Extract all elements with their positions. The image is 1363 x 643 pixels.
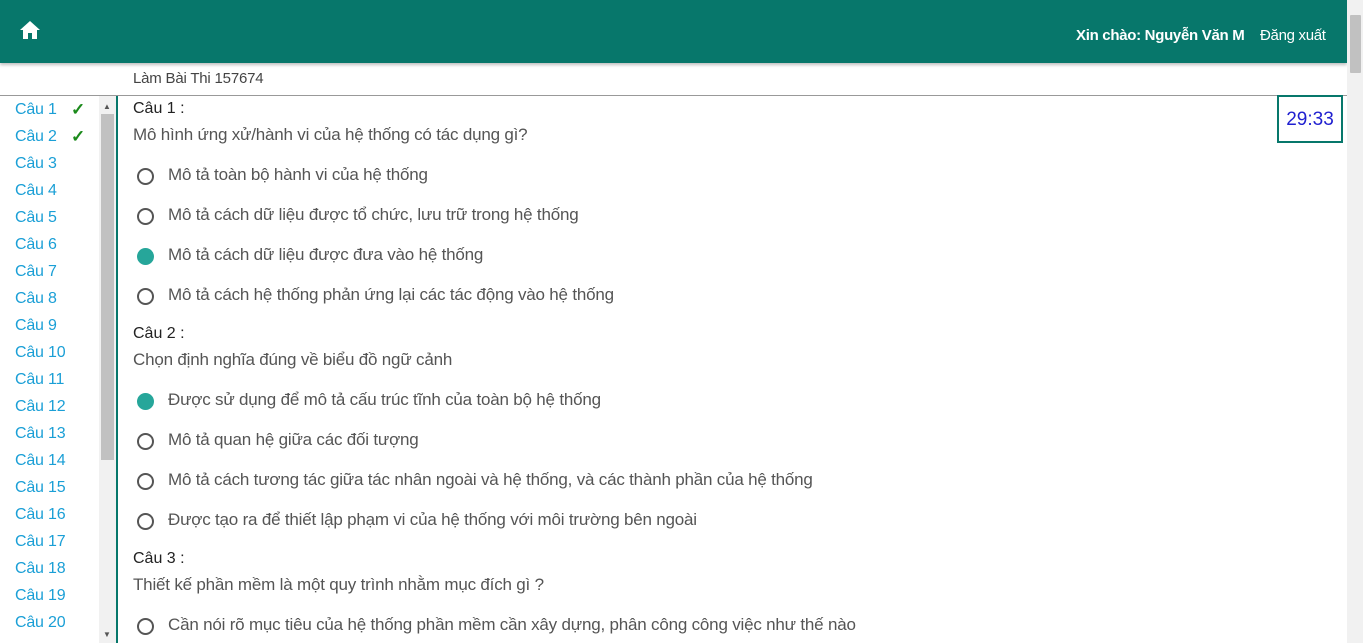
sidebar-item-6[interactable]: Câu 6 [15, 236, 57, 254]
radio-button[interactable] [137, 208, 154, 225]
answered-check-icon: ✓ [71, 100, 86, 119]
sidebar-item-5[interactable]: Câu 5 [15, 209, 57, 227]
question-label: Câu 3 : [133, 550, 185, 567]
scroll-down-icon[interactable]: ▼ [103, 630, 111, 639]
sidebar-item-13[interactable]: Câu 13 [15, 425, 66, 443]
sidebar-item-14[interactable]: Câu 14 [15, 452, 66, 470]
breadcrumb: Làm Bài Thi 157674 [133, 70, 264, 87]
question-label: Câu 1 : [133, 100, 185, 117]
sidebar-item-3[interactable]: Câu 3 [15, 155, 57, 173]
sidebar-item-11[interactable]: Câu 11 [15, 371, 64, 389]
sidebar-item-9[interactable]: Câu 9 [15, 317, 57, 335]
answered-check-icon: ✓ [71, 127, 86, 146]
sidebar-item-2[interactable]: Câu 2 [15, 128, 57, 146]
page-scrollbar[interactable] [1347, 0, 1363, 643]
sidebar-item-8[interactable]: Câu 8 [15, 290, 57, 308]
answer-text: Mô tả cách tương tác giữa tác nhân ngoài… [168, 470, 813, 489]
sidebar-item-15[interactable]: Câu 15 [15, 479, 66, 497]
sidebar-scroll-thumb[interactable] [101, 114, 114, 460]
radio-button[interactable] [137, 473, 154, 490]
sidebar-item-1[interactable]: Câu 1 [15, 101, 57, 119]
sidebar-item-17[interactable]: Câu 17 [15, 533, 66, 551]
radio-button[interactable] [137, 618, 154, 635]
answer-text: Mô tả quan hệ giữa các đối tượng [168, 430, 419, 449]
question-text: Mô hình ứng xử/hành vi của hệ thống có t… [133, 125, 528, 144]
top-navbar: Xin chào: Nguyễn Văn M Đăng xuất [0, 0, 1347, 63]
exam-content: Câu 1 : Mô hình ứng xử/hành vi của hệ th… [133, 96, 1273, 643]
logout-link[interactable]: Đăng xuất [1260, 27, 1326, 44]
answer-text: Được tạo ra để thiết lập phạm vi của hệ … [168, 510, 697, 529]
home-icon[interactable] [18, 19, 42, 41]
sidebar-item-4[interactable]: Câu 4 [15, 182, 57, 200]
sidebar-item-16[interactable]: Câu 16 [15, 506, 66, 524]
sidebar-item-20[interactable]: Câu 20 [15, 614, 66, 632]
countdown-timer: 29:33 [1277, 95, 1343, 143]
sidebar-item-12[interactable]: Câu 12 [15, 398, 66, 416]
answer-text: Được sử dụng để mô tả cấu trúc tĩnh của … [168, 390, 601, 409]
radio-button[interactable] [137, 433, 154, 450]
radio-button-selected[interactable] [137, 248, 154, 265]
question-label: Câu 2 : [133, 325, 185, 342]
scroll-up-icon[interactable]: ▲ [103, 102, 111, 111]
answer-text: Mô tả cách dữ liệu được tổ chức, lưu trữ… [168, 205, 579, 224]
radio-button-selected[interactable] [137, 393, 154, 410]
sidebar-item-10[interactable]: Câu 10 [15, 344, 66, 362]
answer-text: Cần nói rõ mục tiêu của hệ thống phần mề… [168, 615, 856, 634]
answer-text: Mô tả cách hệ thống phản ứng lại các tác… [168, 285, 614, 304]
sidebar-item-19[interactable]: Câu 19 [15, 587, 66, 605]
greeting-text: Xin chào: Nguyễn Văn M [1076, 27, 1245, 44]
sidebar-item-18[interactable]: Câu 18 [15, 560, 66, 578]
radio-button[interactable] [137, 168, 154, 185]
answer-text: Mô tả toàn bộ hành vi của hệ thống [168, 165, 428, 184]
question-text: Thiết kế phần mềm là một quy trình nhằm … [133, 575, 544, 594]
question-text: Chọn định nghĩa đúng về biểu đồ ngữ cảnh [133, 350, 453, 369]
sidebar-item-7[interactable]: Câu 7 [15, 263, 57, 281]
sidebar-scrollbar[interactable]: ▲ ▼ [99, 96, 116, 643]
radio-button[interactable] [137, 288, 154, 305]
answer-text: Mô tả cách dữ liệu được đưa vào hệ thống [168, 245, 484, 264]
radio-button[interactable] [137, 513, 154, 530]
page-scroll-thumb[interactable] [1350, 15, 1361, 73]
